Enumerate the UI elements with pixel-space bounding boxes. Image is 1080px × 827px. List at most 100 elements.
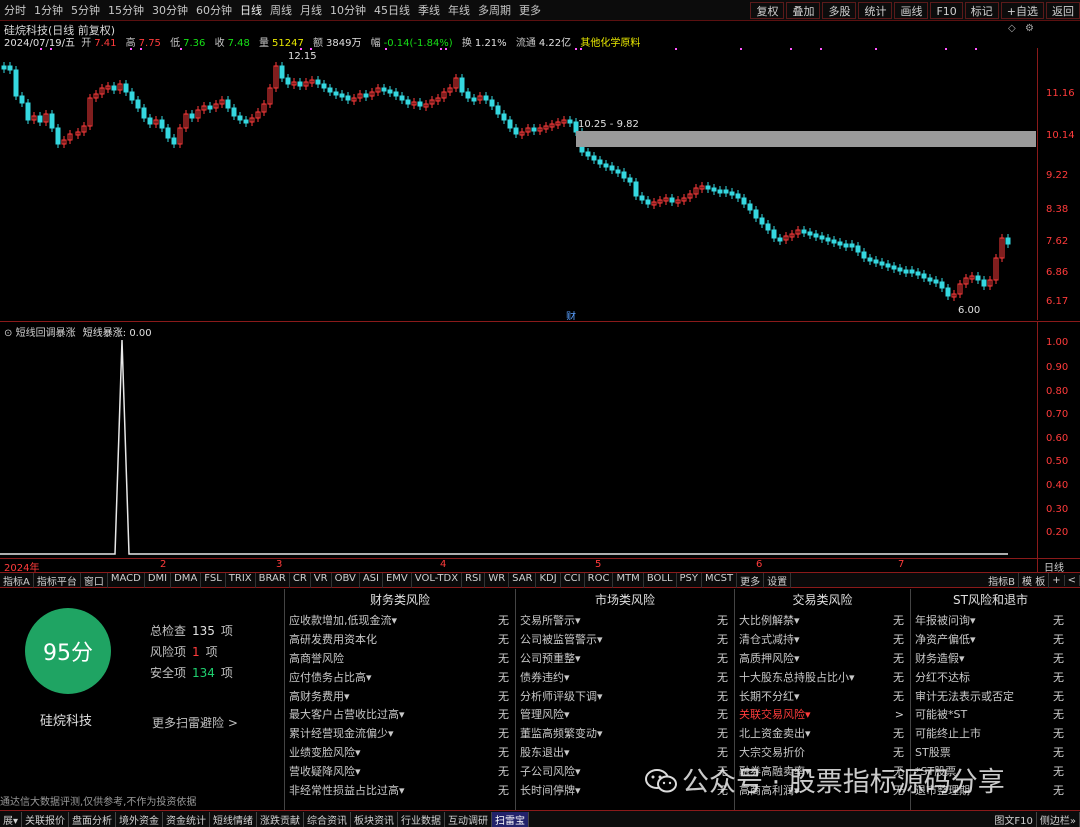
indicator-right-tab[interactable]: 模 板 xyxy=(1019,572,1050,588)
period-tab[interactable]: 30分钟 xyxy=(148,2,192,18)
status-tab[interactable]: 关联报价 xyxy=(22,811,70,827)
indicator-tab[interactable]: TRIX xyxy=(226,572,256,588)
risk-item[interactable]: 高财务费用▾ 无 xyxy=(285,686,515,705)
indicator-tab[interactable]: MCST xyxy=(702,572,738,588)
risk-item[interactable]: 营收疑降风险▾ 无 xyxy=(285,761,515,780)
risk-item[interactable]: 净资产偏低▾ 无 xyxy=(911,630,1070,649)
risk-item[interactable]: 分红不达标 无 xyxy=(911,667,1070,686)
risk-item[interactable]: 交易所警示▾ 无 xyxy=(516,611,734,630)
toolbar-button[interactable]: +自选 xyxy=(1000,2,1044,19)
status-tab[interactable]: 境外资金 xyxy=(116,811,164,827)
risk-item[interactable]: 分析师评级下调▾ 无 xyxy=(516,686,734,705)
risk-item[interactable]: 大比例解禁▾ 无 xyxy=(735,611,910,630)
indicator-tab[interactable]: CCI xyxy=(561,572,585,588)
period-tab[interactable]: 多周期 xyxy=(474,2,515,18)
settings-icon[interactable]: ⚙ xyxy=(1025,23,1034,34)
indicator-tab[interactable]: DMA xyxy=(171,572,202,588)
toolbar-button[interactable]: 返回 xyxy=(1046,2,1080,19)
risk-item[interactable]: 高研发费用资本化 无 xyxy=(285,630,515,649)
indicator-right-tab[interactable]: 指标B xyxy=(985,572,1020,588)
indicator-chart[interactable] xyxy=(0,336,1037,558)
status-tab[interactable]: 综合资讯 xyxy=(304,811,352,827)
risk-item[interactable]: 高质押风险▾ 无 xyxy=(735,649,910,668)
toolbar-button[interactable]: 叠加 xyxy=(786,2,821,19)
period-tab[interactable]: 分时 xyxy=(0,2,30,18)
risk-item[interactable]: 应付债务占比高▾ 无 xyxy=(285,667,515,686)
status-tab[interactable]: 涨跌贡献 xyxy=(257,811,305,827)
toolbar-button[interactable]: 标记 xyxy=(964,2,999,19)
indicator-tab[interactable]: CR xyxy=(290,572,311,588)
risk-item[interactable]: 十大股东总持股占比小▾ 无 xyxy=(735,667,910,686)
status-tab[interactable]: 互动调研 xyxy=(445,811,493,827)
indicator-tab[interactable]: MTM xyxy=(613,572,644,588)
risk-item[interactable]: 业绩变脸风险▾ 无 xyxy=(285,743,515,762)
period-tab[interactable]: 月线 xyxy=(296,2,326,18)
period-tab[interactable]: 1分钟 xyxy=(30,2,67,18)
risk-item[interactable]: 公司预重整▾ 无 xyxy=(516,649,734,668)
status-tab[interactable]: 扫雷宝 xyxy=(492,811,530,827)
status-tab[interactable]: 板块资讯 xyxy=(351,811,399,827)
indicator-tab[interactable]: EMV xyxy=(383,572,412,588)
indicator-tab[interactable]: 指标A xyxy=(0,572,34,588)
period-tab[interactable]: 季线 xyxy=(414,2,444,18)
status-right-button[interactable]: 侧边栏» xyxy=(1037,811,1080,827)
risk-item[interactable]: 股东退出▾ 无 xyxy=(516,743,734,762)
risk-item[interactable]: 长期不分红▾ 无 xyxy=(735,686,910,705)
risk-item[interactable]: 可能被*ST 无 xyxy=(911,705,1070,724)
indicator-tab[interactable]: RSI xyxy=(462,572,486,588)
toolbar-button[interactable]: F10 xyxy=(930,2,963,19)
period-tab[interactable]: 日线 xyxy=(236,2,266,18)
risk-item[interactable]: 审计无法表示或否定 无 xyxy=(911,686,1070,705)
status-tab[interactable]: 短线情绪 xyxy=(210,811,258,827)
risk-item[interactable]: 大宗交易折价 无 xyxy=(735,743,910,762)
status-tab[interactable]: 展▾ xyxy=(0,811,23,827)
risk-item[interactable]: 财务造假▾ 无 xyxy=(911,649,1070,668)
indicator-tab[interactable]: 窗口 xyxy=(81,572,108,588)
period-tab[interactable]: 60分钟 xyxy=(192,2,236,18)
indicator-tab[interactable]: SAR xyxy=(509,572,537,588)
indicator-tab[interactable]: 更多 xyxy=(737,572,765,588)
risk-item[interactable]: 应收款增加,低现金流▾ 无 xyxy=(285,611,515,630)
indicator-tab[interactable]: OBV xyxy=(332,572,360,588)
risk-item[interactable]: ST股票 无 xyxy=(911,743,1070,762)
risk-item[interactable]: 北上资金卖出▾ 无 xyxy=(735,724,910,743)
status-tab[interactable]: 资金统计 xyxy=(163,811,211,827)
period-tab[interactable]: 年线 xyxy=(444,2,474,18)
risk-item[interactable]: 可能终止上市 无 xyxy=(911,724,1070,743)
risk-item[interactable]: 关联交易风险▾ > xyxy=(735,705,910,724)
risk-item[interactable]: 董监高频繁变动▾ 无 xyxy=(516,724,734,743)
risk-item[interactable]: 最大客户占营收比过高▾ 无 xyxy=(285,705,515,724)
candlestick-chart[interactable]: 12.15 10.25 - 9.82 6.00 财 xyxy=(0,48,1037,320)
period-tab[interactable]: 15分钟 xyxy=(104,2,148,18)
period-tab[interactable]: 5分钟 xyxy=(67,2,104,18)
indicator-tab[interactable]: VOL-TDX xyxy=(412,572,463,588)
period-tab[interactable]: 45日线 xyxy=(370,2,414,18)
indicator-tab[interactable]: KDJ xyxy=(536,572,561,588)
indicator-right-tab[interactable]: + xyxy=(1049,574,1065,586)
indicator-tab[interactable]: ASI xyxy=(360,572,383,588)
toolbar-button[interactable]: 多股 xyxy=(822,2,857,19)
risk-item[interactable]: 年报被问询▾ 无 xyxy=(911,611,1070,630)
status-tab[interactable]: 行业数据 xyxy=(398,811,446,827)
toolbar-button[interactable]: 画线 xyxy=(894,2,929,19)
indicator-tab[interactable]: MACD xyxy=(108,572,145,588)
toolbar-button[interactable]: 复权 xyxy=(750,2,785,19)
indicator-tab[interactable]: DMI xyxy=(145,572,172,588)
period-tab[interactable]: 10分钟 xyxy=(326,2,370,18)
indicator-right-tab[interactable]: < xyxy=(1065,574,1080,586)
indicator-tab[interactable]: VR xyxy=(311,572,332,588)
status-right-button[interactable]: 图文F10 xyxy=(991,811,1037,827)
indicator-tab[interactable]: BOLL xyxy=(644,572,677,588)
period-tab[interactable]: 周线 xyxy=(266,2,296,18)
risk-item[interactable]: 公司被监管警示▾ 无 xyxy=(516,630,734,649)
indicator-tab[interactable]: 指标平台 xyxy=(34,572,81,588)
indicator-tab[interactable]: 设置 xyxy=(764,572,792,588)
risk-item[interactable]: 管理风险▾ 无 xyxy=(516,705,734,724)
risk-item[interactable]: 清仓式减持▾ 无 xyxy=(735,630,910,649)
more-risk-link[interactable]: 更多扫雷避险 > xyxy=(152,714,238,731)
risk-item[interactable]: 累计经营现金流偏少▾ 无 xyxy=(285,724,515,743)
toolbar-button[interactable]: 统计 xyxy=(858,2,893,19)
diamond-icon[interactable]: ◇ xyxy=(1008,23,1016,34)
risk-item[interactable]: 债券违约▾ 无 xyxy=(516,667,734,686)
indicator-tab[interactable]: WR xyxy=(485,572,510,588)
